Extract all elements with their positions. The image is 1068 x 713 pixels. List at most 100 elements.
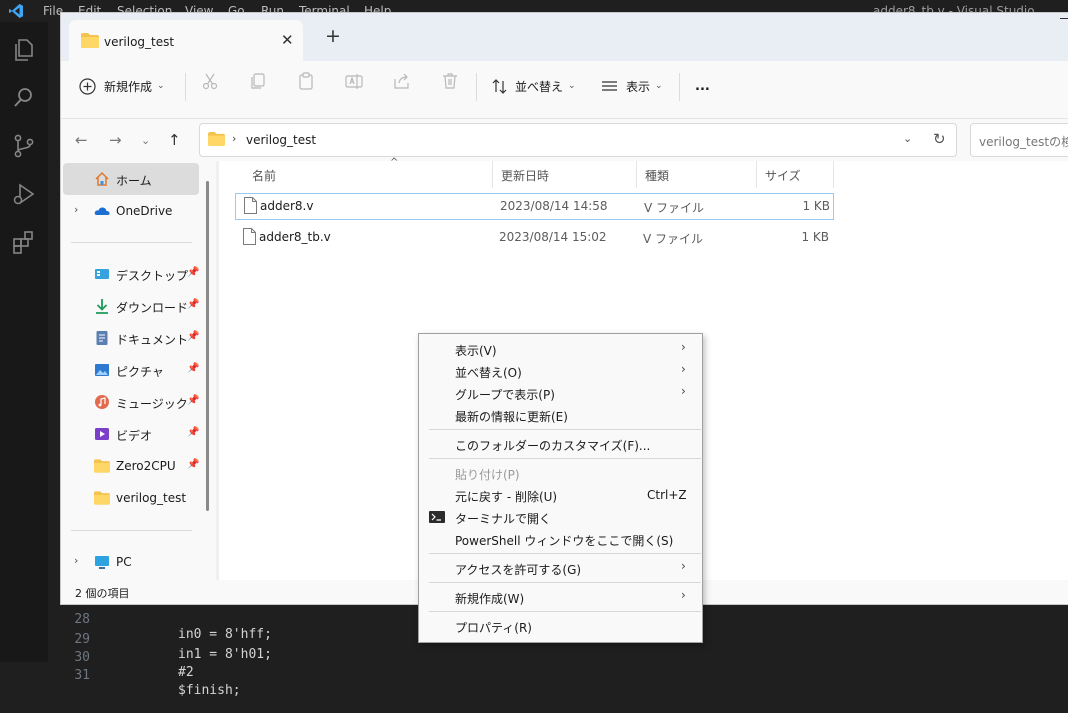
breadcrumb-chevron-icon[interactable]: › — [232, 132, 236, 145]
sidebar-item-downloads[interactable]: ダウンロード 📌 — [63, 290, 199, 322]
menu-item-label: 並べ替え(O) — [455, 366, 522, 380]
sidebar-item-label: ダウンロード — [116, 301, 189, 315]
sidebar-item-music[interactable]: ミュージック 📌 — [63, 386, 199, 418]
menu-item-refresh[interactable]: 最新の情報に更新(E) — [419, 404, 702, 426]
rename-icon[interactable] — [344, 71, 364, 91]
column-header-size[interactable]: サイズ — [757, 161, 833, 188]
menu-item-group-by[interactable]: グループで表示(P) › — [419, 382, 702, 404]
menu-item-label: 新規作成(W) — [455, 592, 525, 606]
menu-item-view[interactable]: 表示(V) › — [419, 338, 702, 360]
breadcrumb-current[interactable]: verilog_test — [246, 133, 316, 147]
explorer-titlebar: verilog_test ✕ + — [61, 13, 1068, 61]
pin-icon: 📌 — [187, 267, 200, 278]
column-label: 更新日時 — [501, 169, 550, 183]
menu-item-customize-folder[interactable]: このフォルダーのカスタマイズ(F)... — [419, 433, 702, 455]
pin-icon: 📌 — [187, 395, 200, 406]
sidebar-item-desktop[interactable]: デスクトップ 📌 — [63, 258, 199, 290]
more-options-button[interactable]: ... — [695, 69, 715, 103]
address-dropdown-icon[interactable]: ⌄ — [903, 132, 912, 145]
column-header-date[interactable]: 更新日時 — [493, 161, 636, 188]
chevron-down-icon: ⌄ — [568, 81, 576, 91]
copy-icon[interactable] — [248, 71, 268, 91]
submenu-arrow-icon: › — [681, 588, 686, 602]
cut-icon[interactable] — [200, 71, 220, 91]
home-icon — [95, 171, 109, 186]
column-label: サイズ — [765, 169, 801, 183]
file-date: 2023/08/14 15:02 — [499, 230, 607, 244]
sidebar-item-zero2cpu[interactable]: Zero2CPU 📌 — [63, 450, 199, 482]
expand-chevron-icon[interactable]: › — [74, 203, 78, 216]
forward-arrow-icon[interactable]: → — [109, 131, 122, 149]
terminal-icon — [429, 511, 445, 523]
folder-icon — [208, 132, 225, 146]
close-tab-icon[interactable]: ✕ — [281, 31, 294, 49]
desktop-icon — [95, 269, 109, 279]
expand-chevron-icon[interactable]: › — [74, 554, 78, 567]
folder-icon — [81, 33, 99, 48]
column-header-name[interactable]: 名前 ^ — [244, 157, 493, 188]
recent-locations-icon[interactable]: ⌄ — [141, 134, 150, 147]
menu-divider — [429, 582, 701, 583]
sidebar-item-verilog-test[interactable]: verilog_test — [63, 482, 199, 514]
menu-item-label: 元に戻す - 削除(U) — [455, 490, 558, 504]
run-debug-icon[interactable] — [10, 180, 38, 208]
source-control-icon[interactable] — [10, 132, 38, 160]
shortcut-label: Ctrl+Z — [647, 488, 687, 502]
pin-icon: 📌 — [187, 459, 200, 470]
pin-icon: 📌 — [187, 363, 200, 374]
menu-item-open-powershell[interactable]: PowerShell ウィンドウをここで開く(S) — [419, 528, 702, 550]
menu-item-sort[interactable]: 並べ替え(O) › — [419, 360, 702, 382]
menu-item-give-access[interactable]: アクセスを許可する(G) › — [419, 557, 702, 579]
column-divider[interactable] — [833, 161, 834, 188]
picture-icon — [95, 364, 109, 376]
sidebar-item-documents[interactable]: ドキュメント 📌 — [63, 322, 199, 354]
menu-divider — [429, 458, 701, 459]
folder-icon — [94, 459, 110, 473]
sort-button[interactable]: 並べ替え ⌄ — [491, 69, 577, 103]
sidebar-scrollbar[interactable] — [206, 181, 209, 511]
sidebar-item-home[interactable]: ホーム — [63, 163, 199, 195]
sidebar-item-label: ビデオ — [116, 429, 153, 443]
sort-icon — [492, 78, 507, 94]
tab-verilog-test[interactable]: verilog_test ✕ — [69, 20, 303, 61]
file-type: V ファイル — [644, 201, 705, 215]
sidebar-item-pc[interactable]: › PC — [63, 546, 199, 578]
view-button[interactable]: 表示 ⌄ — [601, 69, 667, 103]
sidebar-item-onedrive[interactable]: › OneDrive — [63, 195, 199, 227]
file-icon — [244, 197, 257, 214]
file-row[interactable]: adder8.v 2023/08/14 14:58 V ファイル 1 KB — [235, 193, 834, 220]
file-row[interactable]: adder8_tb.v 2023/08/14 15:02 V ファイル 1 KB — [235, 225, 832, 250]
toolbar-divider — [679, 73, 680, 101]
sidebar-item-label: デスクトップ — [116, 269, 189, 283]
up-arrow-icon[interactable]: ↑ — [168, 131, 181, 149]
paste-icon[interactable] — [296, 71, 316, 91]
new-tab-button[interactable]: + — [325, 25, 341, 47]
chevron-down-icon: ⌄ — [157, 81, 165, 91]
sidebar-item-pictures[interactable]: ピクチャ 📌 — [63, 354, 199, 386]
address-bar[interactable]: › verilog_test ⌄ ↻ — [199, 123, 957, 157]
pc-icon — [95, 556, 109, 569]
code-line: 30 #2 — [48, 635, 448, 680]
pin-icon: 📌 — [187, 331, 200, 342]
search-box[interactable]: verilog_testの検索 — [970, 123, 1068, 157]
code-line: 31 $finish; — [48, 653, 448, 698]
minimize-icon[interactable] — [1060, 18, 1068, 19]
menu-item-properties[interactable]: プロパティ(R) — [419, 615, 702, 637]
sidebar-item-label: verilog_test — [116, 491, 187, 505]
back-arrow-icon[interactable]: ← — [75, 131, 88, 149]
menu-item-undo-delete[interactable]: 元に戻す - 削除(U) Ctrl+Z — [419, 484, 702, 506]
refresh-icon[interactable]: ↻ — [933, 130, 946, 148]
delete-icon[interactable] — [440, 71, 460, 91]
column-header-type[interactable]: 種類 — [637, 161, 756, 188]
explorer-files-icon[interactable] — [10, 36, 38, 64]
pin-icon: 📌 — [187, 427, 200, 438]
menu-item-new[interactable]: 新規作成(W) › — [419, 586, 702, 608]
menu-item-label: グループで表示(P) — [455, 388, 555, 402]
extensions-icon[interactable] — [10, 228, 38, 256]
share-icon[interactable] — [392, 71, 412, 91]
new-button[interactable]: 新規作成 ⌄ — [79, 69, 171, 103]
menu-item-open-terminal[interactable]: ターミナルで開く — [419, 506, 702, 528]
search-icon[interactable] — [10, 84, 38, 112]
sidebar-item-videos[interactable]: ビデオ 📌 — [63, 418, 199, 450]
menu-item-paste[interactable]: 貼り付け(P) — [419, 462, 702, 484]
